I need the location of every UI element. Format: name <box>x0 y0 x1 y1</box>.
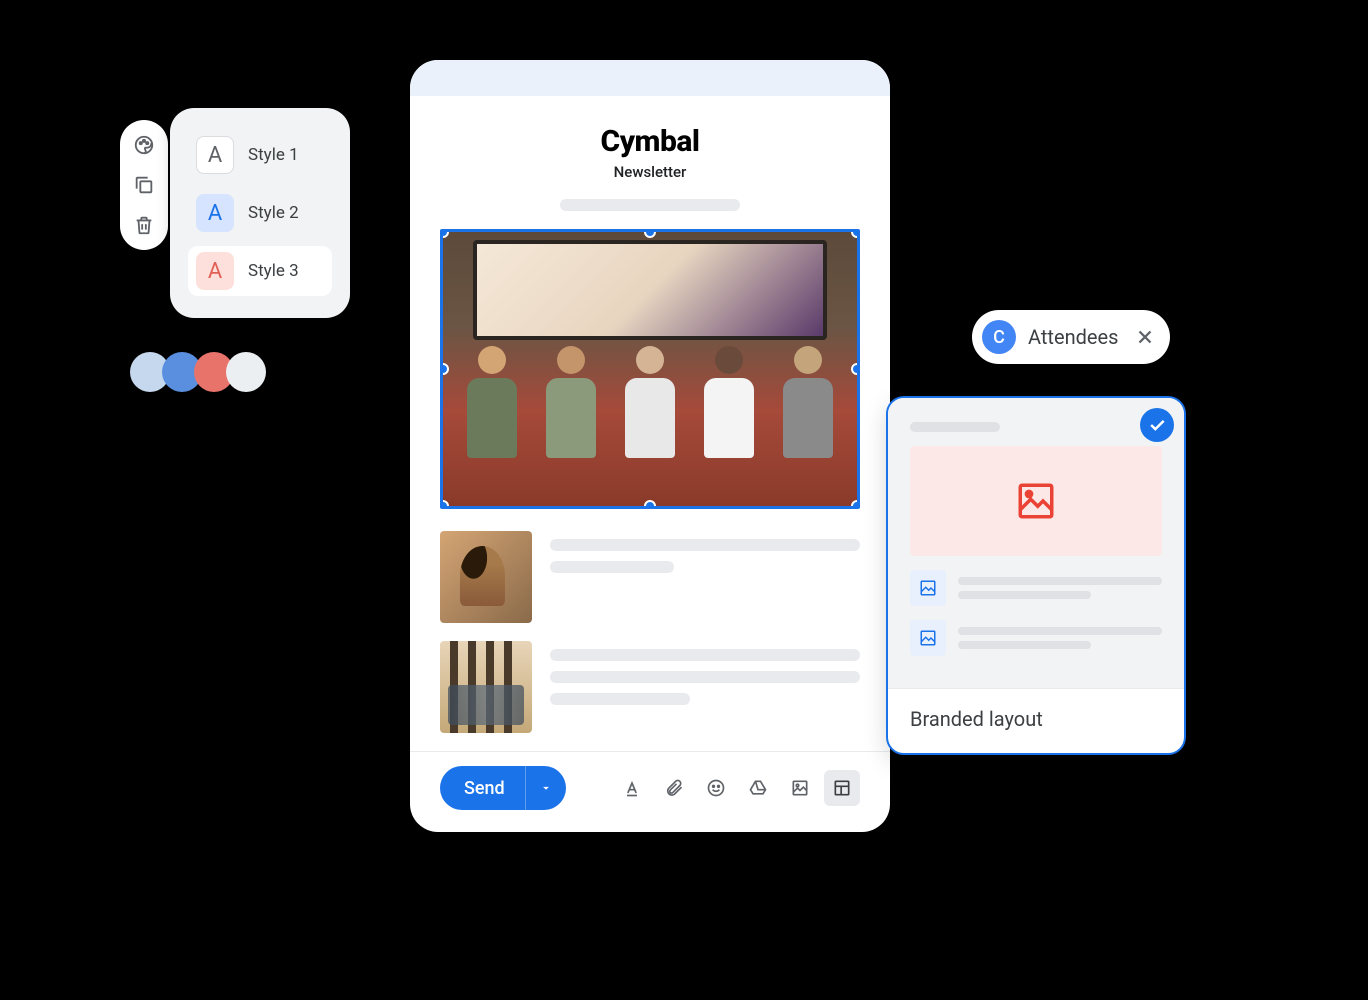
hero-image-wrap <box>440 229 860 509</box>
style-label: Style 1 <box>248 145 299 165</box>
emoji-icon[interactable] <box>698 770 734 806</box>
send-more-options[interactable] <box>526 766 566 810</box>
brand-name: Cymbal <box>440 124 860 159</box>
palette-icon[interactable] <box>133 134 155 156</box>
style-swatch-icon: A <box>196 136 234 174</box>
thumbnail-image <box>440 531 532 623</box>
placeholder-text <box>550 531 860 623</box>
content-row[interactable] <box>440 641 860 733</box>
layout-icon[interactable] <box>824 770 860 806</box>
style-label: Style 2 <box>248 203 299 223</box>
resize-handle[interactable] <box>644 500 656 509</box>
recipient-chip[interactable]: C Attendees <box>972 310 1170 364</box>
image-icon[interactable] <box>782 770 818 806</box>
layout-preview <box>888 398 1184 688</box>
style-label: Style 3 <box>248 261 299 281</box>
style-option-2[interactable]: A Style 2 <box>188 188 332 238</box>
hero-image-content <box>443 232 857 506</box>
chip-label: Attendees <box>1028 325 1118 349</box>
toolbar-icons <box>614 770 860 806</box>
placeholder-line <box>560 199 740 211</box>
content-rows <box>440 531 860 733</box>
style-swatch-icon: A <box>196 194 234 232</box>
attachment-icon[interactable] <box>656 770 692 806</box>
composer-body: Cymbal Newsletter <box>410 96 890 752</box>
style-swatch-icon: A <box>196 252 234 290</box>
avatar: C <box>982 320 1016 354</box>
format-text-icon[interactable] <box>614 770 650 806</box>
brand-subhead: Newsletter <box>440 163 860 181</box>
thumbnail-image <box>440 641 532 733</box>
drive-icon[interactable] <box>740 770 776 806</box>
image-placeholder-icon <box>910 446 1162 556</box>
check-icon <box>1140 408 1174 442</box>
style-tool-pill <box>120 120 168 250</box>
image-placeholder-icon <box>910 620 946 656</box>
color-swatch[interactable] <box>226 352 266 392</box>
style-picker-panel: A Style 1 A Style 2 A Style 3 <box>170 108 350 318</box>
email-composer: Cymbal Newsletter <box>410 60 890 832</box>
composer-header <box>410 60 890 96</box>
hero-image-selected[interactable] <box>440 229 860 509</box>
close-icon[interactable] <box>1134 326 1156 348</box>
resize-handle[interactable] <box>440 500 449 509</box>
resize-handle[interactable] <box>851 363 860 375</box>
layout-option-card[interactable]: Branded layout <box>886 396 1186 755</box>
color-palette <box>130 352 266 392</box>
style-option-1[interactable]: A Style 1 <box>188 130 332 180</box>
send-button-group: Send <box>440 766 566 810</box>
placeholder-text <box>550 641 860 733</box>
copy-icon[interactable] <box>133 174 155 196</box>
content-row[interactable] <box>440 531 860 623</box>
style-option-3[interactable]: A Style 3 <box>188 246 332 296</box>
image-placeholder-icon <box>910 570 946 606</box>
trash-icon[interactable] <box>133 214 155 236</box>
resize-handle[interactable] <box>851 500 860 509</box>
send-button[interactable]: Send <box>440 766 525 810</box>
composer-toolbar: Send <box>410 752 890 832</box>
resize-handle[interactable] <box>851 229 860 238</box>
layout-title: Branded layout <box>888 688 1184 753</box>
